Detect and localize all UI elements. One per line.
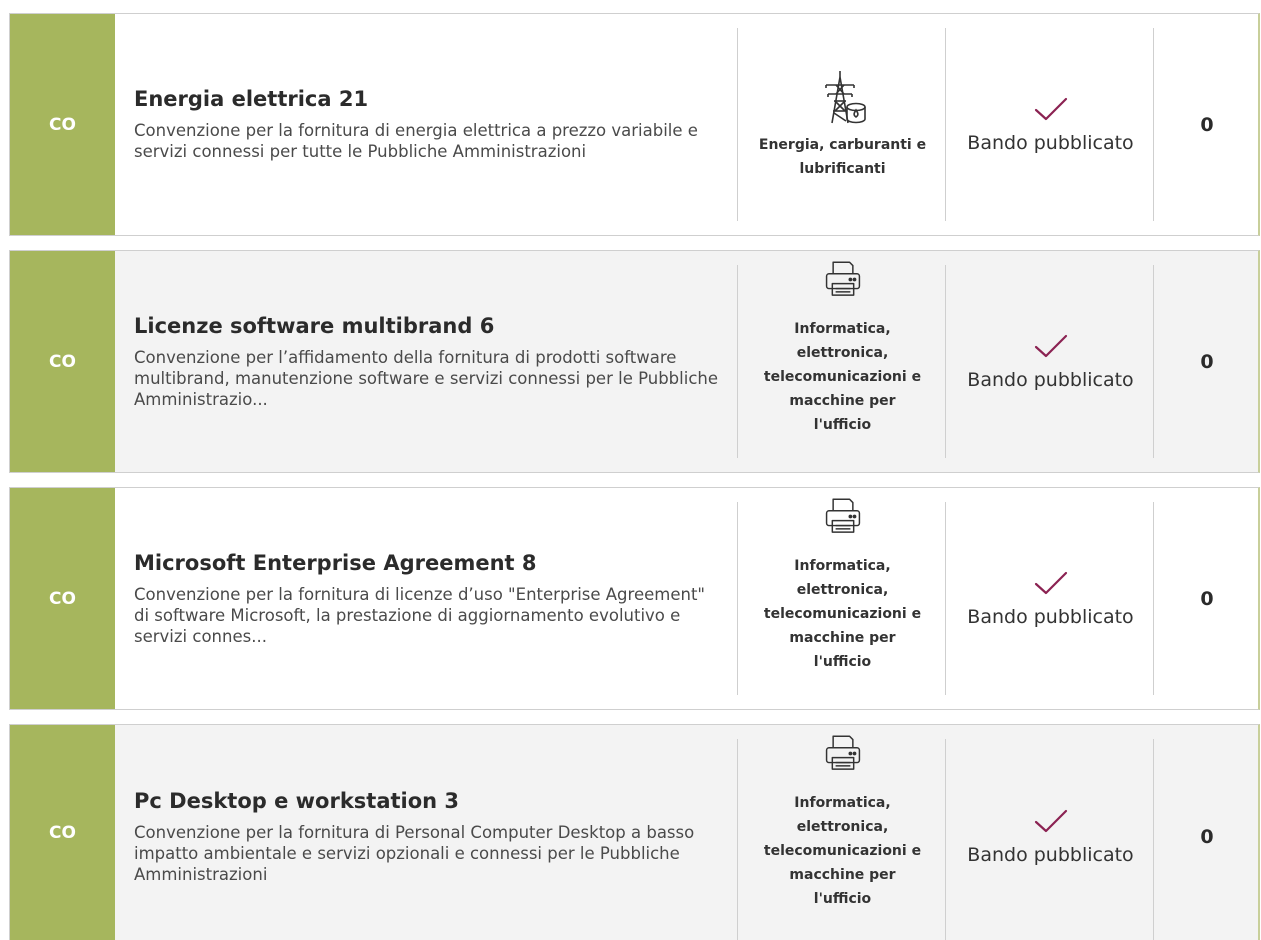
- initiative-description: Convenzione per l’affidamento della forn…: [134, 347, 719, 409]
- printer-icon: [825, 735, 860, 770]
- column-divider: [1153, 265, 1154, 458]
- status-cell: Bando pubblicato: [947, 725, 1154, 940]
- status-label: Bando pubblicato: [967, 368, 1134, 391]
- type-badge: CO: [10, 14, 115, 235]
- type-badge: CO: [10, 488, 115, 709]
- category-label: Energia, carburanti e lubrificanti: [758, 136, 927, 177]
- check-icon: [1034, 809, 1067, 832]
- initiative-info: Licenze software multibrand 6 Convenzion…: [134, 251, 724, 472]
- initiative-card[interactable]: CO Pc Desktop e workstation 3 Convenzion…: [9, 724, 1260, 940]
- count-value: 0: [1200, 825, 1214, 848]
- check-icon: [1034, 97, 1067, 120]
- check-icon: [1034, 571, 1067, 594]
- status-label: Bando pubblicato: [967, 843, 1134, 866]
- category-cell: Informatica, elettronica, telecomunicazi…: [739, 725, 946, 940]
- initiative-description: Convenzione per la fornitura di Personal…: [134, 822, 695, 884]
- printer-icon: [825, 498, 860, 533]
- printer-icon: [825, 261, 860, 296]
- count-value: 0: [1200, 113, 1214, 136]
- initiative-info: Energia elettrica 21 Convenzione per la …: [134, 14, 724, 235]
- column-divider: [945, 28, 946, 221]
- initiative-info: Microsoft Enterprise Agreement 8 Convenz…: [134, 488, 724, 709]
- initiative-title[interactable]: Energia elettrica 21: [134, 87, 724, 111]
- initiative-description: Convenzione per la fornitura di energia …: [134, 121, 698, 161]
- initiative-title[interactable]: Microsoft Enterprise Agreement 8: [134, 551, 724, 575]
- category-label: Informatica, elettronica, telecomunicazi…: [763, 558, 922, 670]
- column-divider: [945, 265, 946, 458]
- initiative-card[interactable]: CO Licenze software multibrand 6 Convenz…: [9, 250, 1260, 473]
- initiative-title[interactable]: Pc Desktop e workstation 3: [134, 789, 724, 813]
- column-divider: [737, 502, 738, 695]
- column-divider: [1153, 28, 1154, 221]
- status-cell: Bando pubblicato: [947, 488, 1154, 709]
- status-label: Bando pubblicato: [967, 131, 1134, 154]
- category-cell: Informatica, elettronica, telecomunicazi…: [739, 251, 946, 472]
- power-pylon-icon: [824, 70, 866, 123]
- status-cell: Bando pubblicato: [947, 251, 1154, 472]
- check-icon: [1034, 334, 1067, 357]
- column-divider: [737, 28, 738, 221]
- initiatives-list: CO Energia elettrica 21 Convenzione per …: [0, 0, 1261, 940]
- category-cell: Energia, carburanti e lubrificanti: [739, 14, 946, 235]
- column-divider: [737, 739, 738, 940]
- initiative-card[interactable]: CO Energia elettrica 21 Convenzione per …: [9, 13, 1260, 236]
- status-label: Bando pubblicato: [967, 605, 1134, 628]
- type-badge: CO: [10, 251, 115, 472]
- category-label: Informatica, elettronica, telecomunicazi…: [763, 795, 922, 907]
- initiative-description: Convenzione per la fornitura di licenze …: [134, 584, 705, 646]
- column-divider: [1153, 739, 1154, 940]
- count-value: 0: [1200, 587, 1214, 610]
- category-cell: Informatica, elettronica, telecomunicazi…: [739, 488, 946, 709]
- column-divider: [737, 265, 738, 458]
- column-divider: [945, 739, 946, 940]
- count-value: 0: [1200, 350, 1214, 373]
- initiative-info: Pc Desktop e workstation 3 Convenzione p…: [134, 725, 724, 940]
- initiative-title[interactable]: Licenze software multibrand 6: [134, 314, 724, 338]
- status-cell: Bando pubblicato: [947, 14, 1154, 235]
- column-divider: [945, 502, 946, 695]
- type-badge: CO: [10, 725, 115, 940]
- category-label: Informatica, elettronica, telecomunicazi…: [763, 321, 922, 433]
- initiative-card[interactable]: CO Microsoft Enterprise Agreement 8 Conv…: [9, 487, 1260, 710]
- column-divider: [1153, 502, 1154, 695]
